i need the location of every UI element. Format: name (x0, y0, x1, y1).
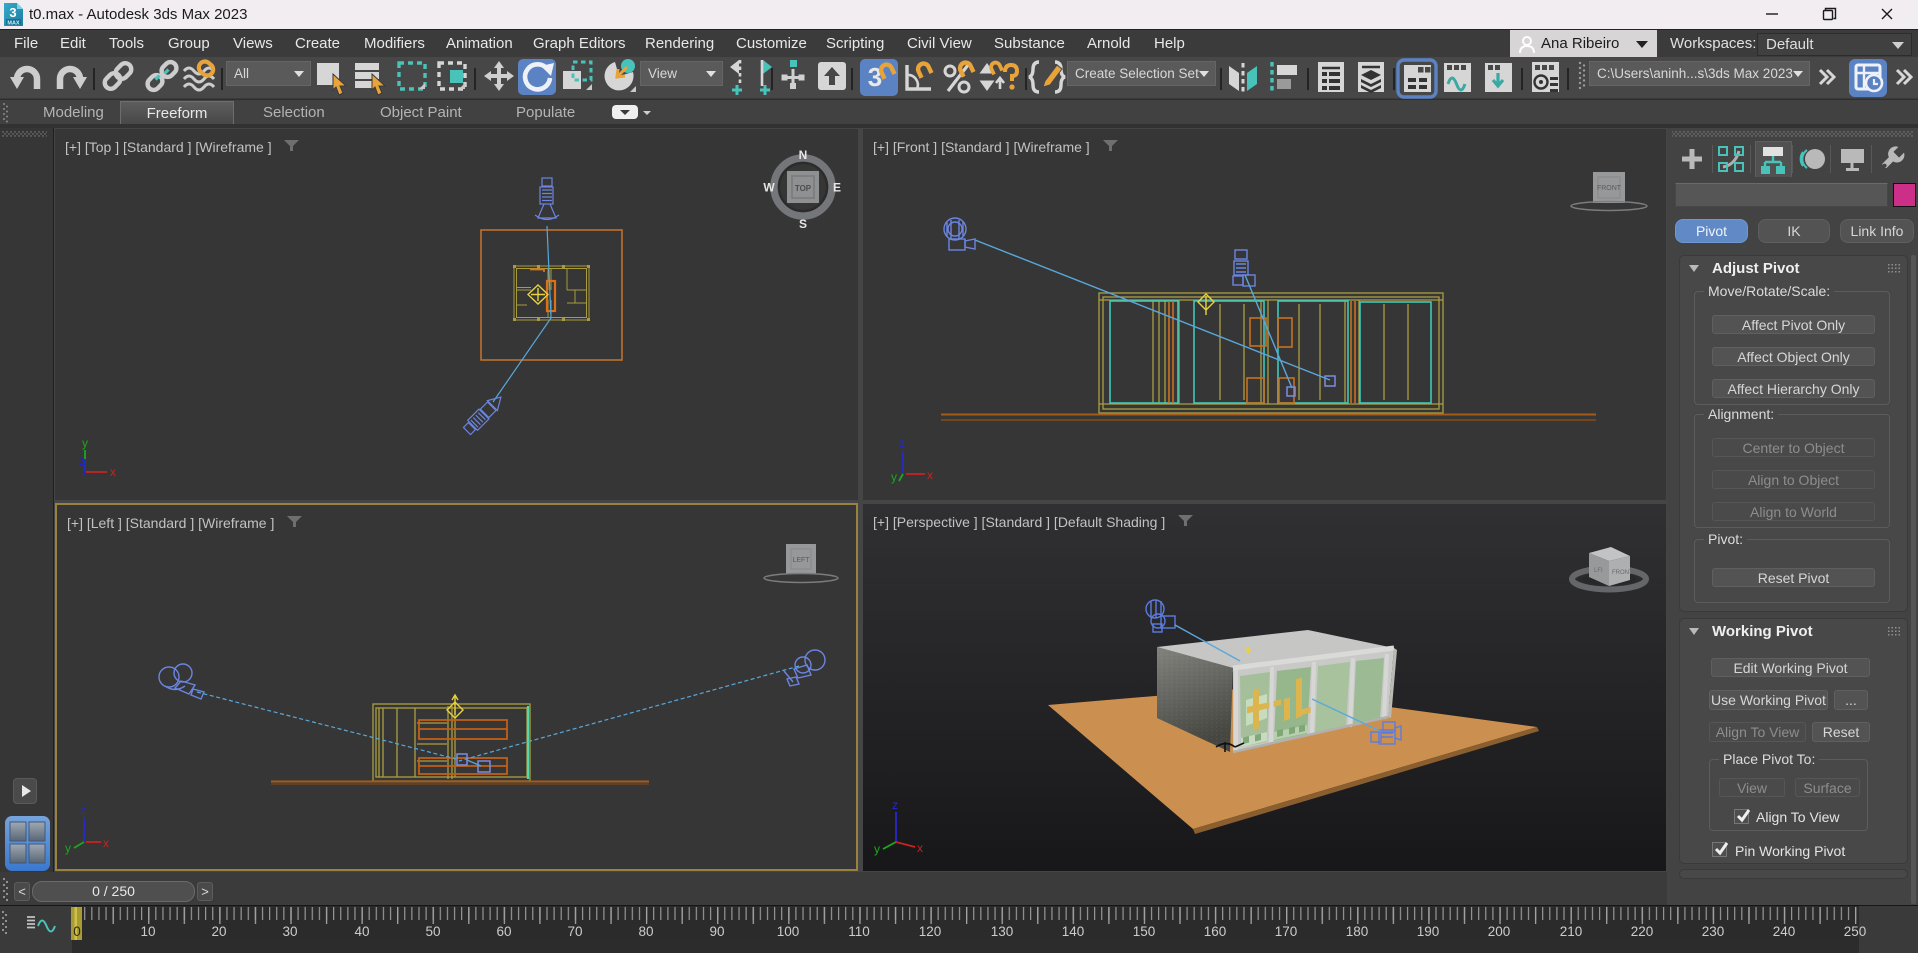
svg-text:MAX: MAX (7, 21, 20, 27)
svg-text:TOP: TOP (795, 184, 812, 193)
svg-text:x: x (927, 468, 933, 482)
svg-text:FRONT: FRONT (1612, 570, 1633, 576)
svg-text:LFI: LFI (1594, 568, 1603, 574)
svg-text:y: y (82, 436, 88, 450)
svg-text:0: 0 (73, 924, 81, 939)
svg-text:W: W (763, 181, 775, 195)
svg-text:E: E (833, 181, 841, 195)
svg-text:x: x (917, 841, 923, 855)
svg-text:z: z (79, 454, 85, 468)
svg-text:N: N (799, 148, 808, 162)
svg-text:z: z (899, 436, 905, 450)
svg-text:y: y (891, 470, 897, 484)
svg-text:x: x (103, 836, 109, 850)
svg-text:z: z (80, 803, 86, 817)
svg-text:y: y (65, 841, 71, 855)
svg-text:FRONT: FRONT (1597, 185, 1622, 192)
svg-text:z: z (892, 798, 898, 812)
svg-text:y: y (874, 842, 880, 856)
svg-text:S: S (799, 217, 807, 231)
svg-text:LEFT: LEFT (792, 557, 810, 564)
svg-text:3: 3 (9, 5, 16, 20)
svg-text:x: x (110, 465, 116, 479)
